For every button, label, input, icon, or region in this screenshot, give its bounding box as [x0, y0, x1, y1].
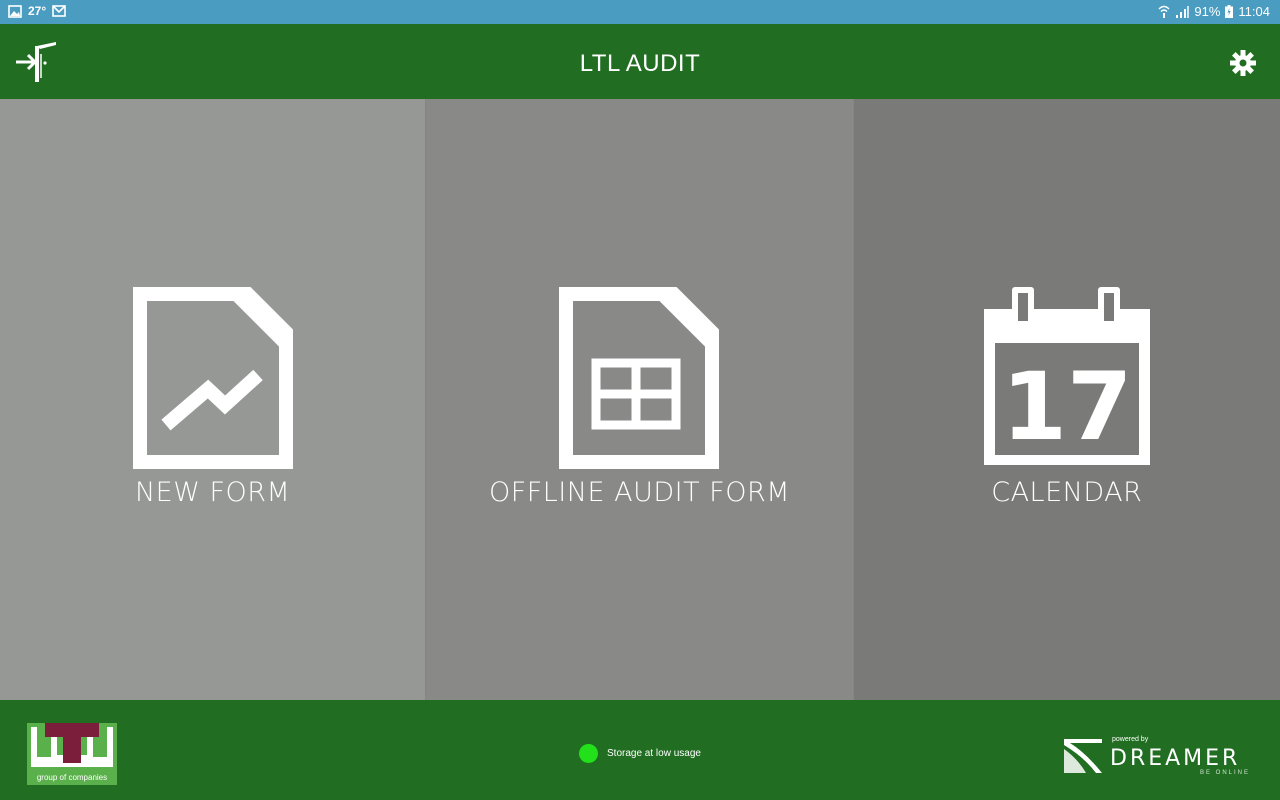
status-bar: 27° 91% 11:04: [0, 0, 1280, 24]
settings-button[interactable]: [1228, 48, 1258, 78]
gear-icon: [1230, 50, 1256, 76]
page-title: LTL AUDIT: [579, 50, 701, 77]
ltl-logo-text: group of companies: [37, 773, 107, 782]
tagline-text: BE ONLINE: [1200, 770, 1250, 776]
storage-indicator-dot: [579, 744, 598, 763]
status-left: 27°: [8, 4, 66, 18]
app-bar: LTL AUDIT: [0, 24, 1280, 99]
gallery-icon: [8, 4, 22, 18]
temperature-text: 27°: [28, 4, 47, 18]
signal-icon: [1176, 5, 1190, 18]
battery-icon: [1225, 5, 1234, 18]
dreamer-logo: powered by DREAMER BE ONLINE: [1064, 736, 1250, 776]
ltl-logo: group of companies: [27, 723, 117, 785]
offline-audit-form-tile[interactable]: OFFLINE AUDIT FORM: [425, 99, 853, 700]
offline-audit-form-label: OFFLINE AUDIT FORM: [488, 477, 791, 508]
battery-percent: 91%: [1194, 4, 1221, 19]
mail-icon: [52, 5, 66, 17]
storage-status: Storage at low usage: [579, 744, 701, 763]
main-tiles: NEW FORM OFFLINE AUDIT FORM 17 CALENDAR: [0, 99, 1280, 700]
brand-text: DREAMER: [1110, 746, 1240, 771]
new-form-tile[interactable]: NEW FORM: [0, 99, 426, 700]
calendar-day: 17: [1001, 353, 1132, 462]
status-right: 91% 11:04: [1158, 4, 1270, 19]
calendar-label: CALENDAR: [991, 477, 1143, 508]
calendar-icon: 17: [983, 287, 1150, 465]
powered-by-text: powered by: [1112, 736, 1149, 743]
storage-status-text: Storage at low usage: [607, 748, 701, 759]
wifi-icon: [1158, 5, 1170, 18]
new-form-label: NEW FORM: [134, 477, 291, 508]
calendar-tile[interactable]: 17 CALENDAR: [852, 99, 1280, 700]
new-form-icon: [132, 287, 293, 469]
footer: group of companies Storage at low usage …: [0, 700, 1280, 800]
offline-audit-form-icon: [559, 287, 720, 469]
clock: 11:04: [1238, 4, 1270, 19]
